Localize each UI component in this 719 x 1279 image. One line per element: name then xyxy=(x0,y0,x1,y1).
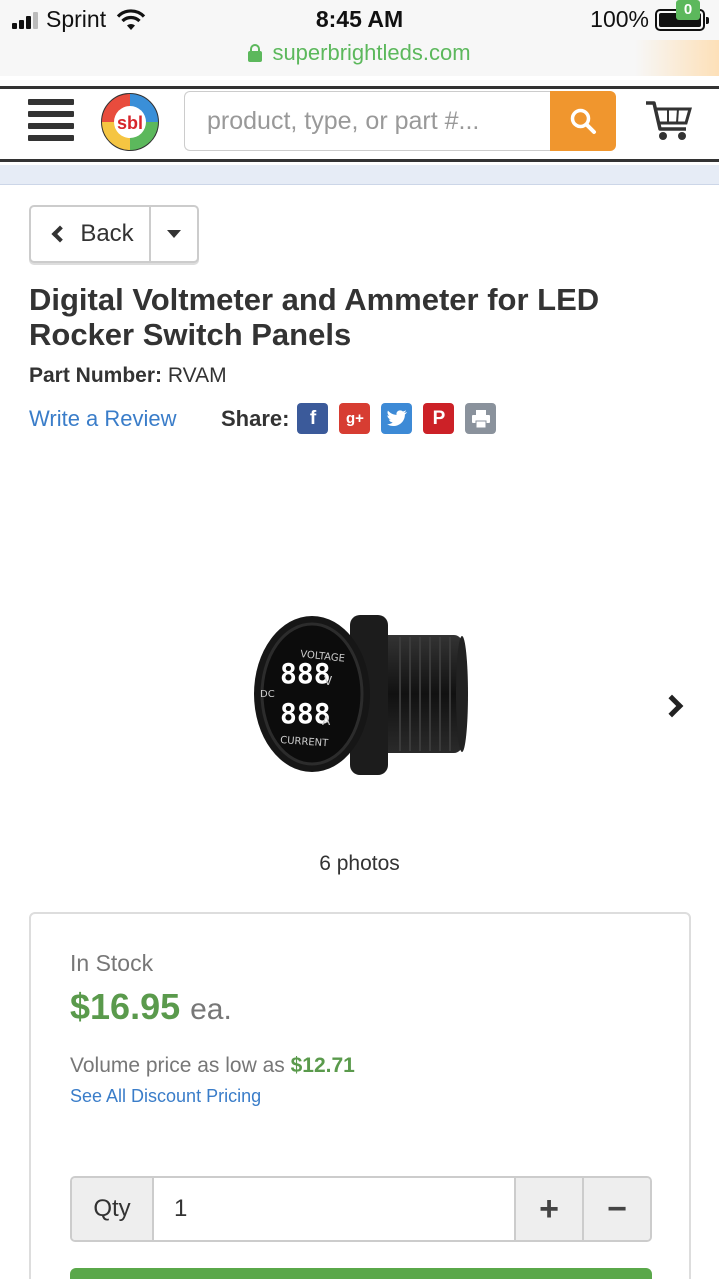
qty-label: Qty xyxy=(72,1178,154,1240)
price-row: $16.95 ea. xyxy=(70,986,232,1028)
pinterest-icon[interactable]: P xyxy=(423,403,455,434)
cart-count-badge[interactable]: 0 xyxy=(676,0,700,20)
google-plus-icon[interactable]: g+ xyxy=(339,403,371,434)
add-to-cart-button[interactable] xyxy=(70,1268,652,1279)
lock-icon xyxy=(248,44,263,62)
volume-text: Volume price as low as xyxy=(70,1054,285,1077)
site-header: sbl xyxy=(0,86,719,162)
part-number: Part Number: RVAM xyxy=(29,364,227,388)
facebook-icon[interactable]: f xyxy=(297,403,329,434)
purchase-card: In Stock $16.95 ea. Volume price as low … xyxy=(29,912,691,1279)
search-input[interactable] xyxy=(207,106,528,136)
logo-text: sbl xyxy=(117,113,143,133)
back-label: Back xyxy=(80,220,134,247)
price-unit: ea. xyxy=(190,993,232,1026)
url-bar-accent xyxy=(635,40,719,76)
share-label: Share: xyxy=(221,405,290,431)
qty-decrease-button[interactable]: − xyxy=(582,1178,650,1240)
twitter-icon[interactable] xyxy=(381,403,413,434)
price: $16.95 xyxy=(70,986,181,1027)
part-number-label: Part Number: xyxy=(29,364,163,387)
svg-text:888: 888 xyxy=(280,657,331,690)
discount-pricing-link[interactable]: See All Discount Pricing xyxy=(70,1086,261,1107)
qty-increase-button[interactable]: + xyxy=(514,1178,582,1240)
status-bar: Sprint 8:45 AM 100% xyxy=(0,0,719,40)
url-bar[interactable]: superbrightleds.com xyxy=(0,40,719,76)
share-bar: Share: f g+ P xyxy=(221,403,507,434)
stock-status: In Stock xyxy=(70,950,154,976)
qty-input[interactable] xyxy=(154,1178,514,1240)
product-title: Digital Voltmeter and Ammeter for LED Ro… xyxy=(29,282,600,352)
promo-strip xyxy=(0,165,719,185)
svg-text:V: V xyxy=(324,674,333,688)
search-button[interactable] xyxy=(550,91,616,151)
back-button-group: Back xyxy=(29,205,199,263)
back-button[interactable]: Back xyxy=(31,207,151,261)
chevron-left-icon xyxy=(51,225,69,243)
cart-icon[interactable] xyxy=(644,95,694,145)
volume-pricing: Volume price as low as $12.71 xyxy=(70,1054,355,1078)
site-logo[interactable]: sbl xyxy=(100,92,160,152)
print-icon[interactable] xyxy=(465,403,497,434)
search-icon xyxy=(570,108,596,134)
write-review-link[interactable]: Write a Review xyxy=(29,406,177,432)
quantity-stepper: Qty + − xyxy=(70,1176,652,1242)
svg-text:DC: DC xyxy=(260,689,275,700)
next-photo-icon[interactable] xyxy=(660,694,684,718)
part-number-value: RVAM xyxy=(167,364,227,387)
photos-count[interactable]: 6 photos xyxy=(0,852,719,876)
search-box[interactable] xyxy=(184,91,550,151)
url-text[interactable]: superbrightleds.com xyxy=(272,40,470,66)
menu-icon[interactable] xyxy=(28,99,74,141)
chevron-down-icon xyxy=(167,230,181,238)
volume-price: $12.71 xyxy=(290,1054,355,1077)
product-image[interactable]: VOLTAGE 888 V DC 888 A CURRENT xyxy=(250,605,472,785)
battery-percent: 100% xyxy=(590,6,649,32)
back-dropdown-button[interactable] xyxy=(151,207,197,261)
svg-text:A: A xyxy=(322,714,331,728)
